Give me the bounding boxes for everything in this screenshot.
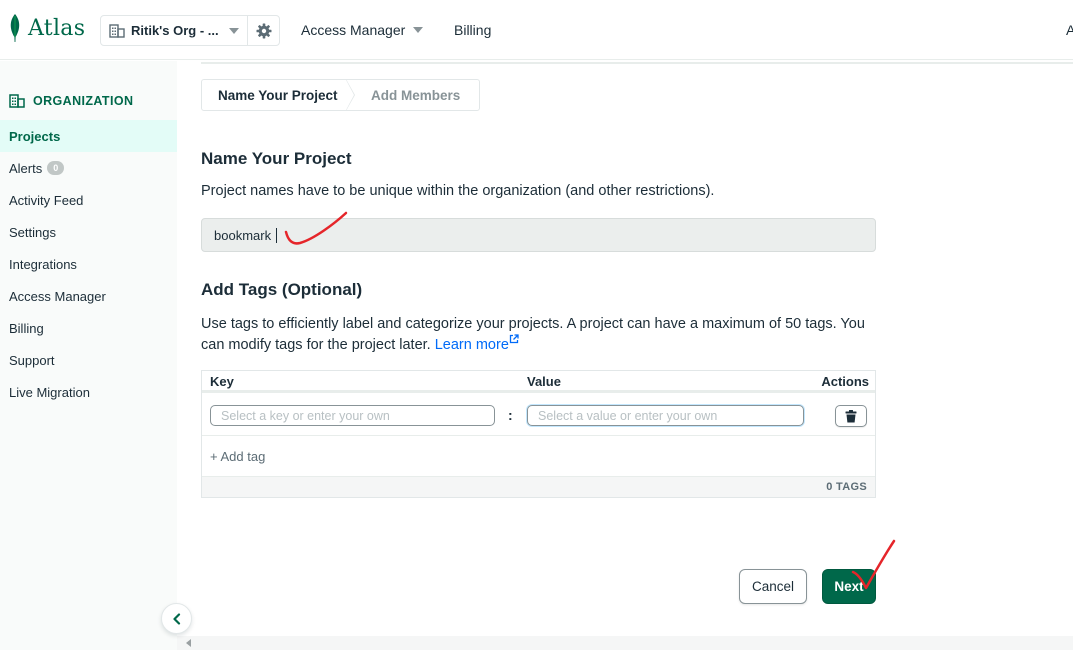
tags-table-footer: 0 TAGS bbox=[202, 476, 875, 497]
caret-down-icon bbox=[413, 27, 424, 33]
sidebar-section-title: ORGANIZATION bbox=[33, 94, 134, 108]
access-manager-menu[interactable]: Access Manager bbox=[301, 22, 424, 38]
sidebar-item-live-migration[interactable]: Live Migration bbox=[0, 376, 177, 408]
leaf-icon bbox=[10, 14, 20, 42]
billing-nav-link[interactable]: Billing bbox=[454, 22, 491, 38]
building-icon bbox=[9, 94, 25, 108]
step-add-members[interactable]: Add Members bbox=[354, 88, 460, 103]
sidebar-item-label: Alerts bbox=[9, 160, 43, 176]
tags-section-description: Use tags to efficiently label and catego… bbox=[201, 314, 881, 355]
access-manager-label: Access Manager bbox=[301, 22, 406, 38]
column-header-key: Key bbox=[210, 374, 234, 389]
content-divider bbox=[201, 62, 1073, 64]
organization-settings-button[interactable] bbox=[248, 16, 279, 45]
caret-down-icon bbox=[229, 27, 240, 34]
column-header-actions: Actions bbox=[821, 374, 869, 389]
sidebar-item-support[interactable]: Support bbox=[0, 344, 177, 376]
sidebar-item-label: Projects bbox=[9, 128, 61, 144]
sidebar-item-label: Settings bbox=[9, 224, 56, 240]
sidebar-section-header: ORGANIZATION bbox=[9, 94, 133, 108]
cancel-button[interactable]: Cancel bbox=[739, 569, 807, 604]
logo-text: Atlas bbox=[28, 15, 86, 41]
tag-value-input[interactable] bbox=[527, 405, 804, 426]
key-value-separator: : bbox=[508, 407, 513, 423]
add-tag-button[interactable]: + Add tag bbox=[210, 449, 265, 464]
alerts-count-badge: 0 bbox=[47, 161, 65, 175]
chevron-left-icon bbox=[172, 612, 180, 625]
delete-tag-button[interactable] bbox=[835, 405, 867, 427]
sidebar-item-access-manager[interactable]: Access Manager bbox=[0, 280, 177, 312]
organization-name: Ritik's Org - ... bbox=[131, 23, 219, 38]
collapse-sidebar-button[interactable] bbox=[161, 603, 192, 634]
trash-icon bbox=[845, 409, 857, 422]
building-icon bbox=[109, 23, 125, 38]
next-button[interactable]: Next bbox=[822, 569, 876, 604]
wizard-steps: Name Your Project Add Members bbox=[201, 79, 480, 111]
organization-sidebar: ORGANIZATION Projects Alerts 0 Activity … bbox=[0, 61, 177, 650]
sidebar-item-label: Integrations bbox=[9, 256, 77, 272]
sidebar-item-label: Support bbox=[9, 352, 55, 368]
external-link-icon bbox=[509, 334, 519, 344]
project-name-input[interactable] bbox=[201, 218, 876, 252]
gear-icon bbox=[256, 23, 272, 38]
column-header-value: Value bbox=[527, 374, 561, 389]
name-section-description: Project names have to be unique within t… bbox=[201, 183, 715, 199]
sidebar-item-label: Activity Feed bbox=[9, 192, 84, 208]
tags-count: 0 TAGS bbox=[826, 481, 867, 493]
learn-more-link[interactable]: Learn more bbox=[434, 334, 519, 353]
organization-selector[interactable]: Ritik's Org - ... bbox=[100, 15, 280, 46]
name-section-title: Name Your Project bbox=[201, 149, 352, 168]
top-navigation-bar: Atlas Ritik's Org - ... Access Manager B… bbox=[0, 0, 1073, 60]
atlas-logo[interactable]: Atlas bbox=[8, 13, 85, 43]
top-right-nav-link[interactable]: A bbox=[1066, 22, 1073, 38]
scroll-left-arrow-icon[interactable] bbox=[186, 639, 191, 647]
sidebar-nav-list: Projects Alerts 0 Activity Feed Settings… bbox=[0, 120, 177, 408]
tags-section-title: Add Tags (Optional) bbox=[201, 280, 363, 299]
sidebar-item-alerts[interactable]: Alerts 0 bbox=[0, 152, 177, 184]
sidebar-item-settings[interactable]: Settings bbox=[0, 216, 177, 248]
sidebar-item-label: Live Migration bbox=[9, 384, 90, 400]
text-cursor bbox=[276, 228, 277, 243]
horizontal-scrollbar[interactable] bbox=[177, 636, 1073, 650]
tags-table-header: Key Value Actions bbox=[202, 371, 875, 393]
step-name-your-project[interactable]: Name Your Project bbox=[202, 79, 355, 111]
sidebar-item-label: Access Manager bbox=[9, 288, 106, 304]
sidebar-item-integrations[interactable]: Integrations bbox=[0, 248, 177, 280]
sidebar-item-projects[interactable]: Projects bbox=[0, 120, 177, 152]
tags-description-text: Use tags to efficiently label and catego… bbox=[201, 316, 865, 353]
organization-dropdown[interactable]: Ritik's Org - ... bbox=[101, 16, 249, 45]
sidebar-item-label: Billing bbox=[9, 320, 44, 336]
tag-key-input[interactable] bbox=[210, 405, 495, 426]
sidebar-item-activity-feed[interactable]: Activity Feed bbox=[0, 184, 177, 216]
sidebar-item-billing[interactable]: Billing bbox=[0, 312, 177, 344]
table-row: : bbox=[202, 396, 875, 436]
tags-table: Key Value Actions : + Add tag 0 TAGS bbox=[201, 370, 876, 498]
learn-more-label: Learn more bbox=[434, 337, 509, 353]
